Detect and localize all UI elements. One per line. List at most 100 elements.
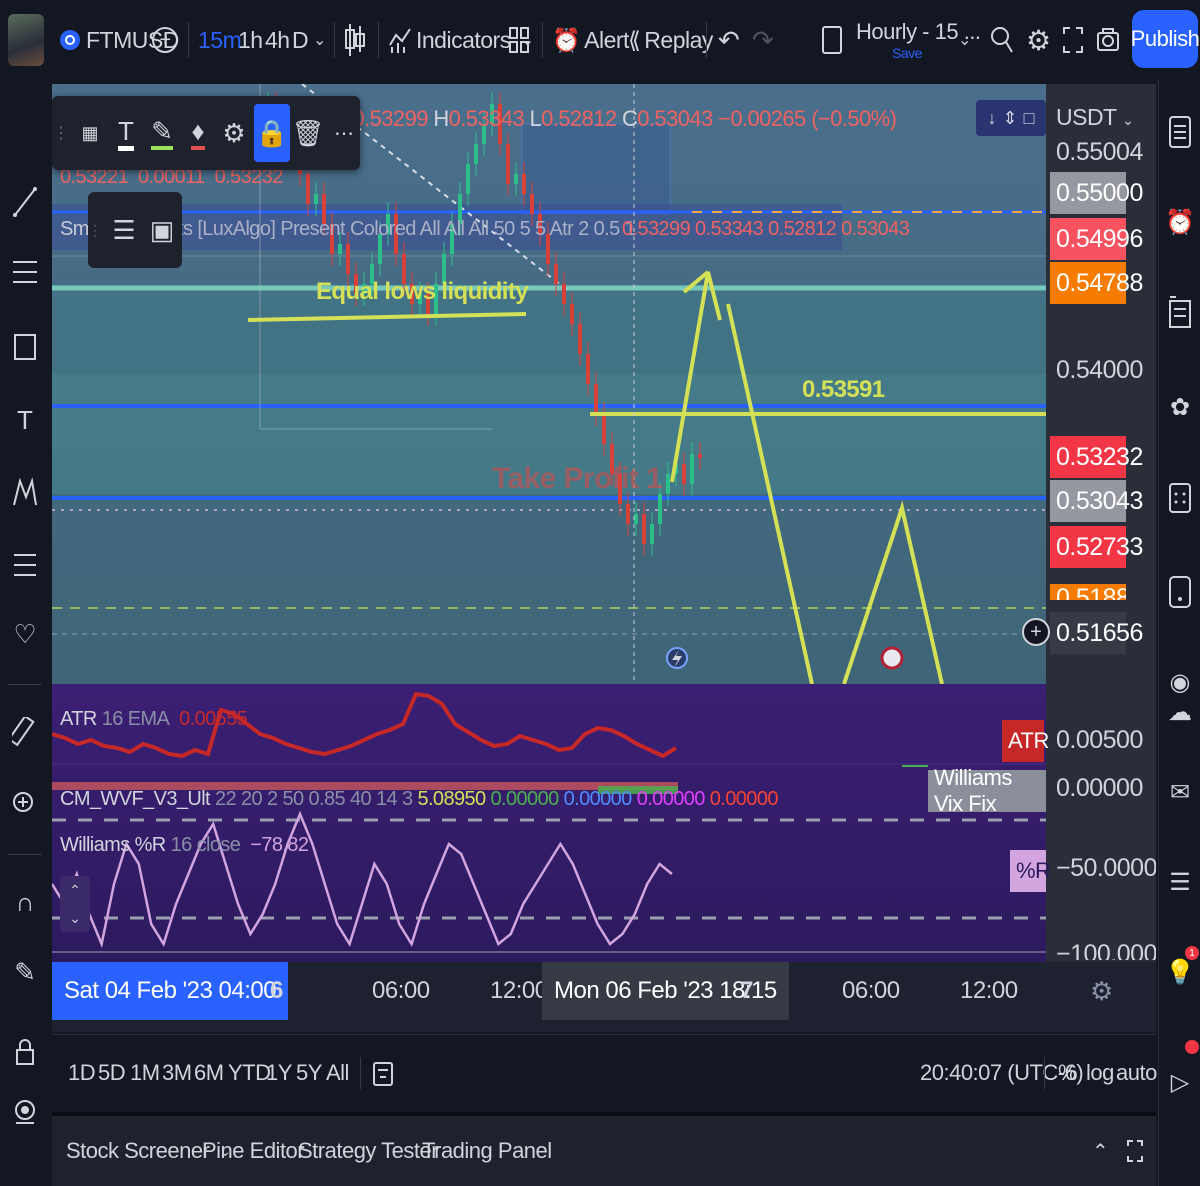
tab-pine-editor[interactable]: Pine Editor bbox=[202, 1116, 305, 1186]
fullscreen-icon[interactable] bbox=[1062, 0, 1084, 80]
interval-dropdown-chevron-icon[interactable]: ⌄ bbox=[313, 0, 326, 80]
time-axis[interactable]: Sat 04 Feb '23 04:00 6 06:00 12:00 Mon 0… bbox=[52, 962, 1156, 1032]
avatar[interactable] bbox=[8, 14, 44, 66]
magnet-icon[interactable]: ∩ bbox=[0, 880, 50, 924]
range-1y[interactable]: 1Y bbox=[266, 1035, 292, 1111]
fill-color-icon[interactable]: ♦ bbox=[180, 96, 216, 170]
ideas-icon[interactable] bbox=[1159, 570, 1200, 614]
pane-collapse-buttons[interactable]: ⌃ ⌄ bbox=[60, 876, 90, 932]
ruler-icon[interactable] bbox=[0, 710, 50, 754]
watchlist-icon[interactable] bbox=[1159, 110, 1200, 154]
arrow-down-icon[interactable]: ↓ bbox=[988, 108, 997, 129]
liquidity-annotation[interactable]: Equal lows liquidity bbox=[316, 278, 529, 306]
range-5y[interactable]: 5Y bbox=[296, 1035, 322, 1111]
search-icon[interactable] bbox=[990, 0, 1014, 80]
indicator-legend[interactable]: ts [LuxAlgo] Present Colored All All All… bbox=[178, 218, 636, 241]
hotlist-fire-icon[interactable]: ✿ bbox=[1159, 385, 1200, 429]
goto-date-calendar-icon[interactable] bbox=[372, 1035, 394, 1111]
pattern-tool-icon[interactable] bbox=[0, 470, 50, 514]
fib-tool-icon[interactable] bbox=[0, 250, 50, 294]
templates-icon bbox=[509, 27, 529, 53]
camera-icon[interactable] bbox=[1096, 0, 1120, 80]
williams-r-tag: %R bbox=[1010, 850, 1051, 892]
align-list-icon[interactable]: ☰ bbox=[106, 192, 142, 268]
percent-toggle[interactable]: % bbox=[1058, 1035, 1078, 1111]
take-profit-label[interactable]: Take Profit 1 bbox=[492, 462, 663, 496]
layout-square-icon[interactable] bbox=[822, 0, 842, 80]
add-list-icon[interactable] bbox=[1159, 290, 1200, 334]
notes-icon[interactable]: ☰ bbox=[1159, 860, 1200, 904]
collapse-icon[interactable]: □ bbox=[1024, 108, 1035, 129]
range-6m[interactable]: 6M bbox=[194, 1035, 224, 1111]
candle-body bbox=[682, 464, 686, 484]
interval-15m[interactable]: 15m bbox=[198, 0, 242, 80]
interval-1h[interactable]: 1h bbox=[238, 0, 263, 80]
template-grid-icon[interactable]: ▦ bbox=[72, 96, 108, 170]
settings-gear-icon[interactable]: ⚙ bbox=[216, 96, 252, 170]
undo-icon[interactable]: ↶ bbox=[718, 0, 740, 80]
publish-button[interactable]: Publish bbox=[1131, 10, 1200, 68]
candle-style-button[interactable] bbox=[344, 0, 366, 80]
layouts-button[interactable] bbox=[508, 0, 530, 80]
alert-button[interactable]: ⏰ Alert bbox=[552, 0, 629, 80]
auto-toggle[interactable]: auto bbox=[1116, 1035, 1157, 1111]
rectangle-tool-icon[interactable] bbox=[0, 325, 50, 369]
atr-legend[interactable]: ATR 16 EMA 0.00555 bbox=[60, 708, 248, 731]
cloud-chat-icon[interactable]: ☁ bbox=[1159, 690, 1200, 734]
prediction-tool-icon[interactable] bbox=[0, 542, 50, 586]
log-toggle[interactable]: log bbox=[1086, 1035, 1114, 1111]
layout-chevron-down-icon[interactable]: ⌄ bbox=[958, 0, 971, 80]
tab-strategy-tester[interactable]: Strategy Tester bbox=[298, 1116, 439, 1186]
candle-body bbox=[634, 514, 638, 524]
compare-button[interactable]: + bbox=[152, 0, 178, 80]
axis-settings-gear-icon[interactable]: ⚙ bbox=[1090, 962, 1113, 1020]
bottom-panel-tabs: Stock Screener ⌄ Pine Editor Strategy Tes… bbox=[52, 1112, 1156, 1186]
redo-icon[interactable]: ↷ bbox=[752, 0, 774, 80]
broadcast-icon[interactable]: ▷ bbox=[1159, 1060, 1200, 1104]
candle-body bbox=[578, 324, 582, 354]
pencil-lock-icon[interactable]: ✎ bbox=[0, 950, 50, 994]
heart-icon[interactable]: ♡ bbox=[0, 612, 50, 656]
zoom-in-icon[interactable] bbox=[0, 782, 50, 826]
range-1m[interactable]: 1M bbox=[130, 1035, 160, 1111]
tab-trading-panel[interactable]: Trading Panel bbox=[422, 1116, 552, 1186]
chevron-up-icon[interactable]: ⌃ bbox=[1092, 1116, 1109, 1186]
text-color-icon[interactable]: T bbox=[108, 96, 144, 170]
maximize-panel-icon[interactable] bbox=[1126, 1116, 1144, 1186]
lock-drawing-icon[interactable]: 🔒 bbox=[254, 104, 290, 162]
trash-icon[interactable]: 🗑 bbox=[290, 96, 326, 170]
wvf-legend[interactable]: CM_WVF_V3_Ult 22 20 2 50 0.85 40 14 3 5.… bbox=[60, 788, 778, 811]
currency-chevron-icon: ⌄ bbox=[1122, 112, 1134, 128]
add-plus-icon[interactable]: + bbox=[1022, 618, 1050, 646]
select-frame-icon[interactable]: ▣ bbox=[144, 192, 180, 268]
level-annotation[interactable]: 0.53591 bbox=[802, 376, 885, 404]
range-all[interactable]: All bbox=[326, 1035, 349, 1111]
object-tree-toolbar: ⋮ ☰ ▣ bbox=[88, 192, 182, 268]
line-color-icon[interactable]: ✎ bbox=[144, 96, 180, 170]
trendline-tool-icon[interactable] bbox=[0, 180, 50, 224]
chevron-down-small-icon[interactable]: ⌄ bbox=[69, 910, 81, 927]
candles-icon bbox=[345, 24, 365, 56]
maximize-icon[interactable]: ⇕ bbox=[1003, 108, 1018, 129]
calendar-icon[interactable] bbox=[1159, 475, 1200, 519]
williams-r-legend[interactable]: Williams %R 16 close −78.82 bbox=[60, 834, 309, 857]
interval-4h[interactable]: 4h bbox=[265, 0, 290, 80]
range-5d[interactable]: 5D bbox=[98, 1035, 126, 1111]
more-options-icon[interactable]: ⋯ bbox=[326, 96, 362, 170]
drag-handle-icon[interactable]: ⋮ bbox=[52, 96, 70, 170]
gear-icon[interactable]: ⚙ bbox=[1026, 0, 1051, 80]
currency-label[interactable]: USDT ⌄ bbox=[1056, 104, 1134, 131]
lock-icon[interactable] bbox=[0, 1030, 50, 1074]
chart-area[interactable]: O0.53299 H0.53343 L0.52812 C0.53043 −0.0… bbox=[52, 84, 1156, 1032]
interval-d[interactable]: D bbox=[292, 0, 309, 80]
range-ytd[interactable]: YTD bbox=[228, 1035, 271, 1111]
chats-icon[interactable]: ✉ bbox=[1159, 770, 1200, 814]
range-1d[interactable]: 1D bbox=[68, 1035, 96, 1111]
drag-handle-icon[interactable]: ⋮ bbox=[88, 192, 102, 268]
eye-icon[interactable] bbox=[0, 1090, 50, 1134]
range-3m[interactable]: 3M bbox=[162, 1035, 192, 1111]
text-tool-icon[interactable]: T bbox=[0, 398, 50, 442]
chevron-up-icon[interactable]: ⌃ bbox=[69, 882, 81, 899]
replay-button[interactable]: ⟪ Replay bbox=[628, 0, 713, 80]
alarm-clock-icon[interactable]: ⏰ bbox=[1159, 200, 1200, 244]
